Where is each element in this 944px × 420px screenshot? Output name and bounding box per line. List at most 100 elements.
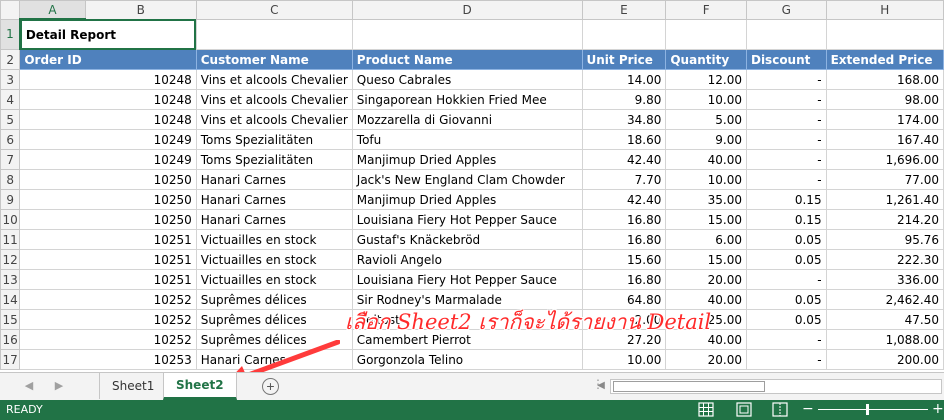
cell-extended-price[interactable]: 167.40 [825, 129, 944, 150]
cell-discount[interactable]: - [745, 169, 827, 190]
header-unit-price[interactable]: Unit Price [581, 49, 667, 70]
row-header[interactable]: 4 [0, 89, 21, 110]
cell-order-id[interactable]: 10250 [19, 169, 197, 190]
row-header[interactable]: 2 [0, 49, 21, 70]
cell[interactable] [351, 18, 583, 50]
cell-extended-price[interactable]: 174.00 [825, 109, 944, 130]
add-sheet-button[interactable]: + [262, 378, 279, 395]
cell-quantity[interactable]: 10.00 [665, 89, 747, 110]
report-title-cell[interactable]: Detail Report [19, 18, 197, 50]
row-header[interactable]: 1 [0, 18, 21, 50]
cell-order-id[interactable]: 10252 [19, 309, 197, 330]
cell-discount[interactable]: 0.05 [745, 289, 827, 310]
cell-unit-price[interactable]: 16.80 [581, 269, 667, 290]
cell-quantity[interactable]: 35.00 [665, 189, 747, 210]
tab-sheet2[interactable]: Sheet2 [163, 373, 237, 400]
cell-extended-price[interactable]: 168.00 [825, 69, 944, 90]
cell-product-name[interactable]: Geitost [351, 309, 583, 330]
row-header[interactable]: 6 [0, 129, 21, 150]
cell-unit-price[interactable]: 2.00 [581, 309, 667, 330]
cell-order-id[interactable]: 10250 [19, 189, 197, 210]
cell-customer-name[interactable]: Suprêmes délices [195, 329, 353, 350]
row-header[interactable]: 12 [0, 249, 21, 270]
row-header[interactable]: 5 [0, 109, 21, 130]
cell-order-id[interactable]: 10248 [19, 89, 197, 110]
scroll-tabs-right-icon[interactable]: ▶ [52, 379, 66, 395]
cell-unit-price[interactable]: 10.00 [581, 349, 667, 370]
cell-discount[interactable]: - [745, 269, 827, 290]
column-header-c[interactable]: C [195, 0, 353, 20]
scroll-track[interactable] [610, 379, 942, 394]
cell-extended-price[interactable]: 2,462.40 [825, 289, 944, 310]
cell-order-id[interactable]: 10251 [19, 269, 197, 290]
cell-product-name[interactable]: Ravioli Angelo [351, 249, 583, 270]
cell-product-name[interactable]: Louisiana Fiery Hot Pepper Sauce [351, 269, 583, 290]
cell-extended-price[interactable]: 222.30 [825, 249, 944, 270]
row-header[interactable]: 7 [0, 149, 21, 170]
cell-discount[interactable]: 0.15 [745, 189, 827, 210]
cell[interactable] [825, 18, 944, 50]
row-header[interactable]: 13 [0, 269, 21, 290]
cell-quantity[interactable]: 40.00 [665, 149, 747, 170]
cell-order-id[interactable]: 10250 [19, 209, 197, 230]
cell[interactable] [581, 18, 667, 50]
cell-customer-name[interactable]: Toms Spezialitäten [195, 149, 353, 170]
horizontal-scrollbar[interactable]: ◀ [594, 378, 944, 394]
cell-unit-price[interactable]: 64.80 [581, 289, 667, 310]
cell-discount[interactable]: 0.15 [745, 209, 827, 230]
select-all-corner[interactable] [0, 0, 21, 20]
cell-unit-price[interactable]: 34.80 [581, 109, 667, 130]
cell-discount[interactable]: - [745, 349, 827, 370]
cell-product-name[interactable]: Camembert Pierrot [351, 329, 583, 350]
column-header-e[interactable]: E [581, 0, 667, 20]
row-header[interactable]: 8 [0, 169, 21, 190]
cell-order-id[interactable]: 10251 [19, 229, 197, 250]
cell-customer-name[interactable]: Victuailles en stock [195, 249, 353, 270]
row-header[interactable]: 14 [0, 289, 21, 310]
header-order-id[interactable]: Order ID [19, 49, 197, 70]
cell-quantity[interactable]: 15.00 [665, 249, 747, 270]
cell-quantity[interactable]: 20.00 [665, 269, 747, 290]
column-header-d[interactable]: D [351, 0, 583, 20]
header-discount[interactable]: Discount [745, 49, 827, 70]
cell-product-name[interactable]: Jack's New England Clam Chowder [351, 169, 583, 190]
cell-extended-price[interactable]: 200.00 [825, 349, 944, 370]
cell-quantity[interactable]: 20.00 [665, 349, 747, 370]
cell-discount[interactable]: - [745, 69, 827, 90]
cell-customer-name[interactable]: Hanari Carnes [195, 209, 353, 230]
cell-discount[interactable]: - [745, 109, 827, 130]
cell-order-id[interactable]: 10251 [19, 249, 197, 270]
cell-unit-price[interactable]: 7.70 [581, 169, 667, 190]
cell-unit-price[interactable]: 16.80 [581, 229, 667, 250]
cell-discount[interactable]: 0.05 [745, 309, 827, 330]
zoom-out-icon[interactable]: − [802, 401, 814, 417]
cell-customer-name[interactable]: Vins et alcools Chevalier [195, 89, 353, 110]
scroll-left-icon[interactable]: ◀ [594, 378, 608, 394]
column-header-g[interactable]: G [745, 0, 827, 20]
scroll-tabs-left-icon[interactable]: ◀ [22, 379, 36, 395]
column-header-b[interactable]: B [84, 0, 197, 20]
cell-order-id[interactable]: 10249 [19, 129, 197, 150]
cell-quantity[interactable]: 5.00 [665, 109, 747, 130]
cell-discount[interactable]: 0.05 [745, 249, 827, 270]
cell-order-id[interactable]: 10252 [19, 329, 197, 350]
cell-discount[interactable]: 0.05 [745, 229, 827, 250]
row-header[interactable]: 10 [0, 209, 21, 230]
cell-order-id[interactable]: 10252 [19, 289, 197, 310]
row-header[interactable]: 16 [0, 329, 21, 350]
cell-order-id[interactable]: 10249 [19, 149, 197, 170]
cell-extended-price[interactable]: 98.00 [825, 89, 944, 110]
cell-unit-price[interactable]: 16.80 [581, 209, 667, 230]
cell-unit-price[interactable]: 9.80 [581, 89, 667, 110]
cell-customer-name[interactable]: Hanari Carnes [195, 349, 353, 370]
cell-customer-name[interactable]: Suprêmes délices [195, 309, 353, 330]
row-header[interactable]: 9 [0, 189, 21, 210]
cell-quantity[interactable]: 6.00 [665, 229, 747, 250]
row-header[interactable]: 3 [0, 69, 21, 90]
column-header-h[interactable]: H [825, 0, 944, 20]
zoom-in-icon[interactable]: + [932, 401, 944, 417]
cell-product-name[interactable]: Sir Rodney's Marmalade [351, 289, 583, 310]
cell[interactable] [745, 18, 827, 50]
cell-discount[interactable]: - [745, 149, 827, 170]
header-quantity[interactable]: Quantity [665, 49, 747, 70]
